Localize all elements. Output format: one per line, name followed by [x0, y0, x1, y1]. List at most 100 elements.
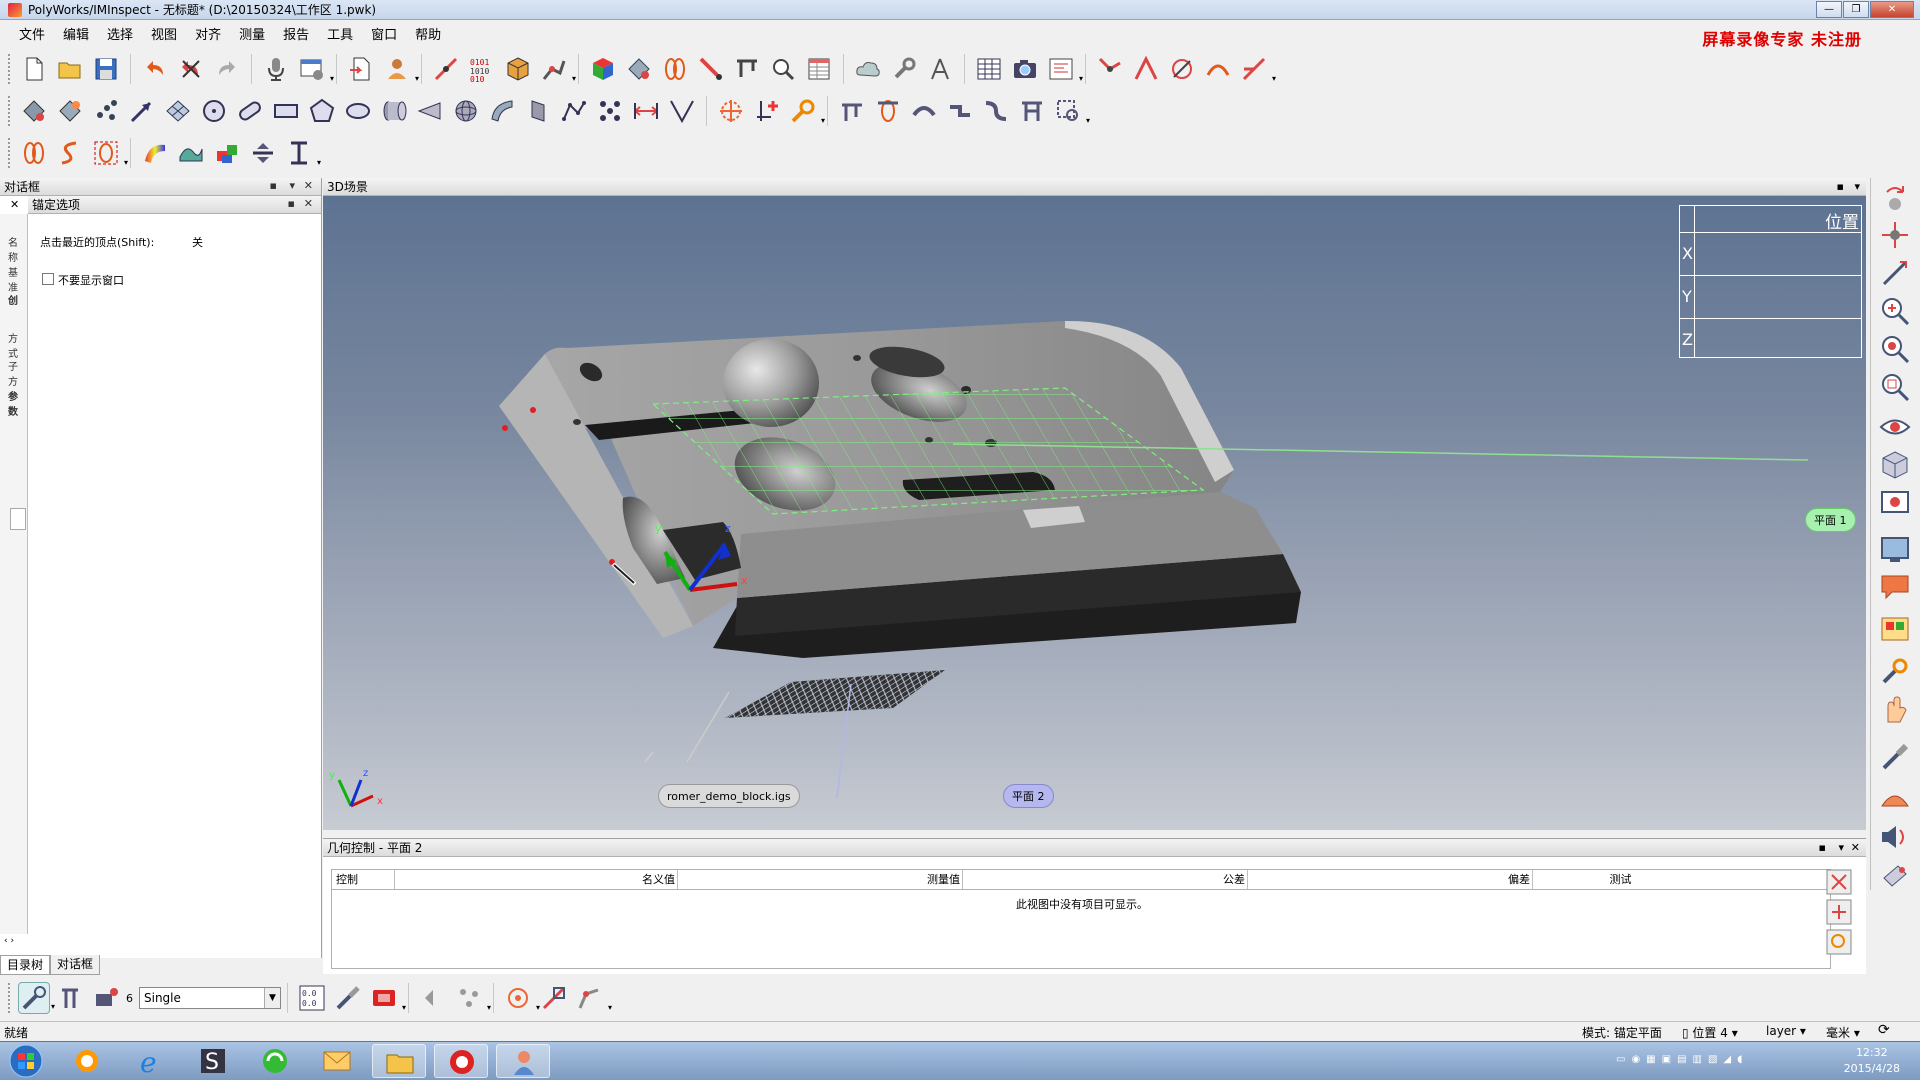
menu-report[interactable]: 报告 — [274, 24, 318, 43]
subpanel-left-close-icon[interactable]: ✕ — [10, 198, 19, 211]
column-header-tolerance[interactable]: 公差 — [963, 870, 1248, 889]
screenshot-view-icon[interactable] — [1878, 486, 1912, 520]
caliper-button[interactable] — [731, 53, 763, 85]
gauge-2-button[interactable] — [872, 95, 904, 127]
fixture-button[interactable] — [54, 982, 86, 1014]
subpanel-close-icon[interactable]: ✕ — [304, 197, 313, 210]
measure-tool-3[interactable] — [1166, 53, 1198, 85]
gauge-3-button[interactable] — [908, 95, 940, 127]
point-button[interactable] — [90, 95, 122, 127]
rectangle-button[interactable] — [270, 95, 302, 127]
taskbar-app-ie[interactable]: e — [124, 1044, 178, 1079]
panel-menu-icon[interactable]: ▾ — [1854, 178, 1860, 196]
column-header-test[interactable]: 测试 — [1533, 870, 1708, 889]
nearest-vertex-value[interactable]: 关 — [192, 234, 203, 250]
report-layout-button[interactable]: ▾ — [1045, 53, 1083, 85]
zoom-button[interactable] — [767, 53, 799, 85]
3d-scene-canvas[interactable]: x y z x y z — [323, 178, 1866, 830]
tool-settings-icon[interactable] — [1878, 654, 1912, 688]
refresh-icon[interactable]: ⟳ — [1878, 1022, 1890, 1038]
plane-2-label[interactable]: 平面 2 — [1003, 784, 1054, 808]
report-export-icon[interactable] — [1878, 858, 1912, 892]
binary-data-button[interactable]: 0101 1010 010 — [466, 53, 498, 85]
display-settings-icon[interactable] — [1878, 532, 1912, 566]
curve-loop-button[interactable] — [18, 137, 50, 169]
scroll-left-icon[interactable]: ‹ › — [4, 936, 14, 946]
taskbar-app-update[interactable] — [248, 1044, 302, 1078]
cylinder-button[interactable] — [378, 95, 410, 127]
robot-arm-button[interactable]: ▾ — [574, 982, 612, 1014]
measure-tool-2[interactable] — [1130, 53, 1162, 85]
ellipse-button[interactable] — [342, 95, 374, 127]
tab-dialog[interactable]: 对话框 — [50, 955, 101, 975]
curve-button[interactable] — [659, 53, 691, 85]
target-button[interactable] — [715, 95, 747, 127]
pan-view-icon[interactable] — [1878, 218, 1912, 252]
angle-button[interactable] — [666, 95, 698, 127]
feature-surface-button[interactable] — [54, 95, 86, 127]
menu-select[interactable]: 选择 — [98, 24, 142, 43]
polygon-button[interactable] — [306, 95, 338, 127]
taskbar-app-explorer[interactable] — [372, 1044, 426, 1078]
height-gauge-button[interactable]: ▾ — [283, 137, 321, 169]
dropdown-arrow-icon[interactable]: ▼ — [264, 988, 280, 1008]
undo-button[interactable] — [139, 53, 171, 85]
digitize-button[interactable]: ▾ — [538, 53, 576, 85]
start-button-icon[interactable] — [6, 1043, 46, 1080]
import-button[interactable] — [345, 53, 377, 85]
pin-icon[interactable]: ▪ — [1837, 178, 1844, 196]
panel-menu-icon[interactable]: ▾ — [289, 179, 295, 192]
standard-view-icon[interactable] — [1878, 448, 1912, 482]
zoom-fit-icon[interactable] — [1878, 332, 1912, 366]
taskbar-app-recorder[interactable] — [434, 1044, 488, 1078]
point-cloud-button[interactable] — [623, 53, 655, 85]
add-point-button[interactable] — [751, 95, 783, 127]
save-button[interactable] — [90, 53, 122, 85]
taskbar-app-mail[interactable] — [310, 1044, 364, 1078]
panel-close-icon[interactable]: ✕ — [304, 179, 313, 192]
menu-help[interactable]: 帮助 — [406, 24, 450, 43]
pin-icon[interactable]: ▪ — [288, 197, 295, 210]
panel-close-icon[interactable]: ✕ — [1851, 839, 1860, 857]
vector-button[interactable] — [126, 95, 158, 127]
eye-view-icon[interactable] — [1878, 410, 1912, 444]
curve-select-button[interactable]: ▾ — [90, 137, 128, 169]
color-map-button[interactable] — [139, 137, 171, 169]
menu-tools[interactable]: 工具 — [318, 24, 362, 43]
brush-select-icon[interactable] — [1878, 740, 1912, 774]
menu-measure[interactable]: 测量 — [230, 24, 274, 43]
maximize-button[interactable]: ❐ — [1843, 1, 1869, 18]
plane-button[interactable] — [162, 95, 194, 127]
panel-menu-icon[interactable]: ▾ — [1838, 839, 1844, 857]
hide-window-checkbox[interactable] — [42, 273, 54, 285]
hand-select-icon[interactable] — [1878, 694, 1912, 728]
sphere-button[interactable] — [450, 95, 482, 127]
probe-key-button[interactable]: ▾ — [787, 95, 825, 127]
strip-scroll-handle[interactable] — [10, 508, 26, 530]
flip-section-button[interactable] — [247, 137, 279, 169]
plane-2-mesh[interactable] — [725, 670, 945, 718]
select-mode-button[interactable]: ▾ — [18, 982, 55, 1014]
target-settings-button[interactable]: ▾ — [502, 982, 540, 1014]
menu-view[interactable]: 视图 — [142, 24, 186, 43]
status-unit-select[interactable]: 毫米 ▾ — [1826, 1024, 1860, 1041]
gauge-4-button[interactable] — [944, 95, 976, 127]
surface-map-button[interactable] — [175, 137, 207, 169]
taskbar-clock[interactable]: 12:32 2015/4/28 — [1844, 1045, 1900, 1077]
window-layout-button[interactable]: ▾ — [296, 53, 334, 85]
redo-button[interactable] — [211, 53, 243, 85]
record-button[interactable]: ▾ — [368, 982, 406, 1014]
measure-values-button[interactable]: 0.0 0.0 — [296, 982, 328, 1014]
gauge-5-button[interactable] — [980, 95, 1012, 127]
cloud-button[interactable] — [852, 53, 884, 85]
probe-tip-button[interactable] — [695, 53, 727, 85]
cross-section-button[interactable] — [211, 137, 243, 169]
plane-1-label[interactable]: 平面 1 — [1805, 508, 1856, 532]
camera-button[interactable] — [1009, 53, 1041, 85]
spreadsheet-button[interactable] — [973, 53, 1005, 85]
column-header-control[interactable]: 控制 — [332, 870, 395, 889]
translate-view-icon[interactable] — [1878, 256, 1912, 290]
color-cube-button[interactable] — [587, 53, 619, 85]
alignment-tools-button[interactable] — [538, 982, 570, 1014]
rotate-view-icon[interactable] — [1878, 182, 1912, 216]
